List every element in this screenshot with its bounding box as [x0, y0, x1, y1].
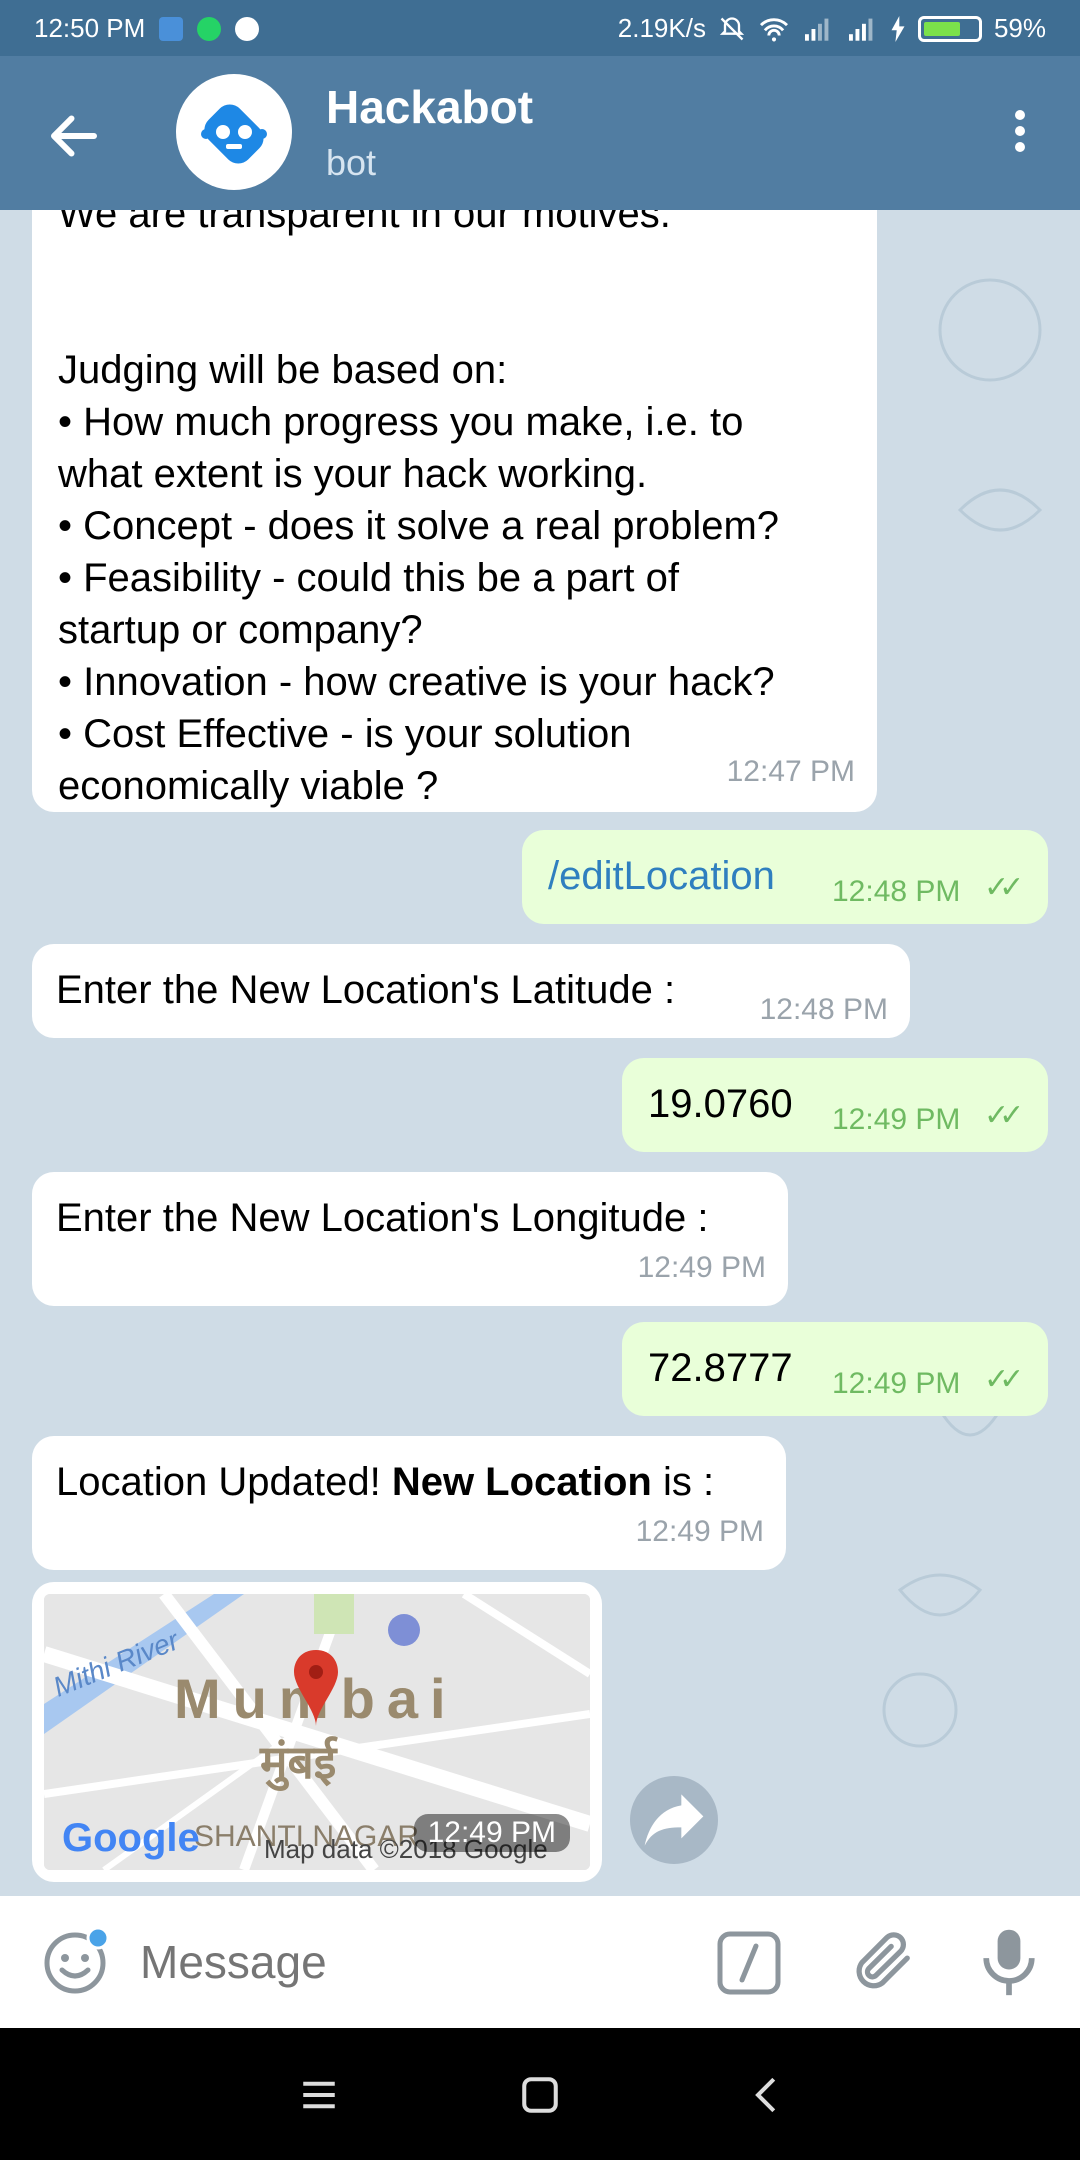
battery-percent: 59% — [993, 13, 1046, 43]
message-composer — [0, 1896, 1080, 2028]
message-time: 12:49 PM — [832, 1367, 961, 1400]
battery-icon — [917, 15, 982, 42]
message-time: 12:48 PM — [832, 875, 961, 908]
share-arrow-icon — [644, 1794, 704, 1846]
message-bubble-outgoing[interactable]: 72.8777 12:49 PM ✓✓ — [622, 1322, 1048, 1416]
menu-lines-icon — [303, 2081, 335, 2109]
message-line: We are transparent in our motives. — [58, 210, 671, 236]
square-icon — [522, 2077, 558, 2113]
map-pin-icon — [294, 1650, 338, 1726]
message-line: • Innovation - how creative is your hack… — [58, 660, 775, 704]
message-time: 12:49 PM — [832, 1103, 961, 1136]
more-menu-button[interactable] — [1000, 104, 1040, 164]
double-check-icon: ✓✓ — [984, 1099, 1024, 1132]
message-time: 12:47 PM — [726, 755, 855, 788]
message-bubble-outgoing[interactable]: 19.0760 12:49 PM ✓✓ — [622, 1058, 1048, 1152]
double-check-icon: ✓✓ — [984, 1363, 1024, 1396]
message-bubble-outgoing[interactable]: /editLocation 12:48 PM ✓✓ — [522, 830, 1048, 924]
chevron-left-icon — [755, 2077, 776, 2113]
map-message-time: 12:49 PM — [413, 1814, 570, 1852]
usb-icon — [159, 16, 184, 41]
message-input[interactable] — [140, 1930, 660, 1994]
message-bubble-incoming[interactable]: Enter the New Location's Latitude : 12:4… — [32, 944, 910, 1038]
robot-icon — [201, 104, 267, 164]
chat-header: Hackabot bot — [0, 56, 1080, 210]
map-preview[interactable]: Mithi River Mumbai मुंबई SHANTI NAGAR Go… — [44, 1594, 590, 1870]
double-check-icon: ✓✓ — [984, 871, 1024, 904]
slash-command-icon — [717, 1931, 781, 1995]
share-button[interactable] — [630, 1776, 718, 1864]
back-button[interactable] — [44, 106, 104, 166]
charging-icon — [891, 15, 905, 42]
smile-icon — [44, 1926, 110, 1994]
chat-subtitle: bot — [326, 142, 377, 183]
message-text: 72.8777 — [648, 1346, 793, 1390]
wifi-icon — [759, 17, 788, 41]
status-bar: 12:50 PM 2.19K/s 59% — [0, 0, 1080, 56]
arrow-left-icon — [51, 115, 97, 157]
message-text: 19.0760 — [648, 1082, 793, 1126]
recents-button[interactable] — [292, 2068, 346, 2122]
map-city-label-hindi: मुंबई — [260, 1735, 337, 1789]
signal-icon-1 — [804, 18, 829, 41]
message-text: Enter the New Location's Latitude : — [56, 968, 676, 1012]
location-map-message[interactable]: Mithi River Mumbai मुंबई SHANTI NAGAR Go… — [32, 1582, 602, 1882]
chat-title: Hackabot — [326, 81, 534, 133]
status-time: 12:50 PM — [34, 13, 146, 43]
message-line: • Concept - does it solve a real problem… — [58, 504, 780, 548]
bot-command-link[interactable]: /editLocation — [548, 850, 775, 902]
network-speed: 2.19K/s — [617, 13, 706, 43]
system-back-button[interactable] — [740, 2068, 794, 2122]
message-time: 12:49 PM — [637, 1251, 766, 1284]
microphone-icon — [983, 1929, 1035, 1996]
chat-area[interactable]: We are transparent in our motives. Judgi… — [0, 210, 1080, 1896]
message-bubble-incoming[interactable]: We are transparent in our motives. Judgi… — [32, 210, 877, 812]
message-time: 12:48 PM — [759, 993, 888, 1026]
whatsapp-icon — [197, 16, 222, 41]
google-logo: Google — [62, 1816, 200, 1860]
more-vertical-icon — [1015, 110, 1025, 120]
paperclip-icon — [856, 1932, 910, 1989]
attach-button[interactable] — [846, 1926, 916, 1996]
message-bubble-incoming[interactable]: Enter the New Location's Longitude : 12:… — [32, 1172, 788, 1306]
emoji-button[interactable] — [40, 1926, 110, 1996]
message-text: Location Updated! New Location is : — [56, 1460, 715, 1504]
message-line: what extent is your hack working. — [58, 452, 648, 496]
bot-command-button[interactable] — [714, 1928, 784, 1998]
mute-icon — [719, 16, 745, 40]
play-store-icon — [235, 16, 260, 41]
home-button[interactable] — [513, 2068, 567, 2122]
bot-avatar[interactable] — [176, 74, 292, 190]
message-line: Judging will be based on: — [58, 348, 508, 392]
message-line: startup or company? — [58, 608, 423, 652]
message-text: Enter the New Location's Longitude : — [56, 1196, 709, 1240]
message-line — [58, 240, 851, 292]
message-line: • Feasibility - could this be a part of — [58, 556, 679, 600]
message-bubble-incoming[interactable]: Location Updated! New Location is : 12:4… — [32, 1436, 786, 1570]
message-line: • How much progress you make, i.e. to — [58, 400, 744, 444]
message-line — [58, 292, 851, 344]
voice-message-button[interactable] — [974, 1924, 1044, 1998]
system-nav-bar — [0, 2028, 1080, 2160]
signal-icon-2 — [848, 18, 873, 41]
message-time: 12:49 PM — [635, 1515, 764, 1548]
